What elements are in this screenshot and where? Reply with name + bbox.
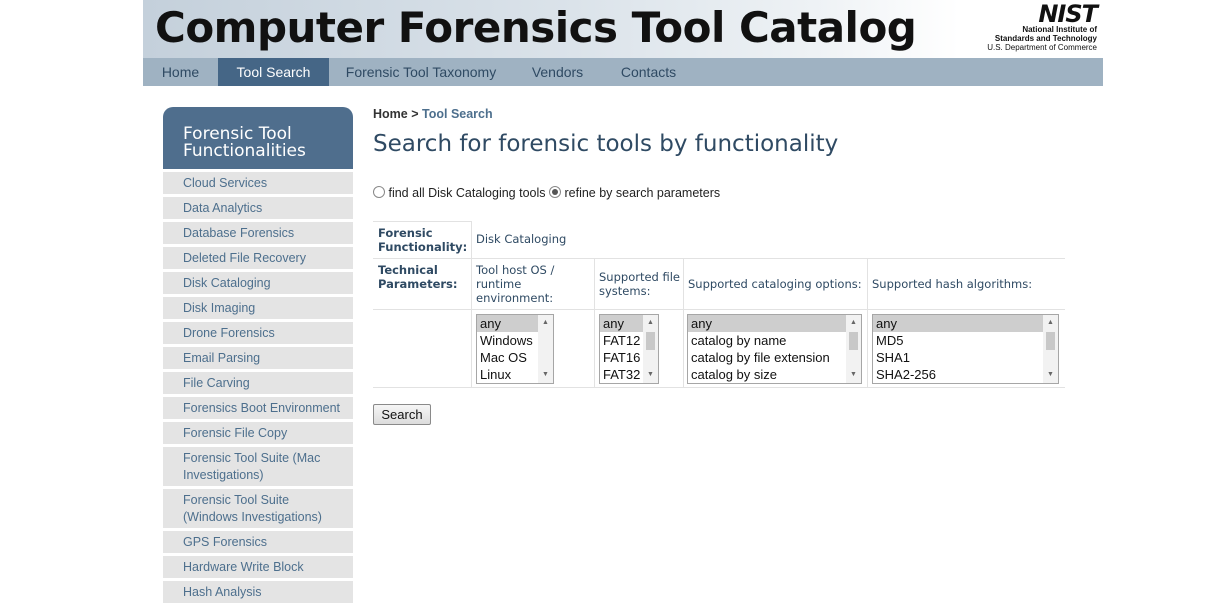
breadcrumb-home[interactable]: Home	[373, 107, 408, 121]
nav-home[interactable]: Home	[143, 58, 218, 86]
site-title: Computer Forensics Tool Catalog	[155, 3, 917, 52]
grid-line	[683, 258, 684, 388]
cataloging-option[interactable]: catalog by name	[688, 332, 861, 349]
file-systems-header: Supported file systems:	[599, 270, 681, 298]
find-all-radio[interactable]	[373, 186, 385, 198]
page-title: Search for forensic tools by functionali…	[373, 131, 839, 157]
sidebar: Forensic Tool Functionalities Cloud Serv…	[163, 107, 353, 603]
breadcrumb: Home > Tool Search	[373, 107, 493, 121]
parameters-label: Technical Parameters:	[378, 263, 458, 291]
sidebar-item-hash-analysis[interactable]: Hash Analysis	[163, 578, 353, 603]
nav-tool-search[interactable]: Tool Search	[218, 58, 329, 86]
cataloging-option[interactable]: catalog by size	[688, 366, 861, 383]
scroll-up-icon[interactable]: ▲	[643, 316, 658, 330]
sidebar-item-hardware-write-block[interactable]: Hardware Write Block	[163, 553, 353, 578]
scroll-down-icon[interactable]: ▼	[643, 368, 658, 382]
grid-line	[373, 258, 1065, 259]
hash-algorithms-header: Supported hash algorithms:	[872, 277, 1033, 291]
scrollbar[interactable]: ▲ ▼	[1043, 315, 1058, 383]
scrollbar[interactable]: ▲ ▼	[538, 315, 553, 383]
hash-option[interactable]: SHA1	[873, 349, 1058, 366]
sidebar-item-forensic-file-copy[interactable]: Forensic File Copy	[163, 419, 353, 444]
breadcrumb-separator: >	[411, 107, 419, 121]
cataloging-options-select[interactable]: any catalog by name catalog by file exte…	[687, 314, 862, 384]
sidebar-item-file-carving[interactable]: File Carving	[163, 369, 353, 394]
cataloging-option[interactable]: any	[688, 315, 861, 332]
nist-logo-text: NIST	[1038, 0, 1098, 28]
cataloging-options-header: Supported cataloging options:	[688, 277, 862, 291]
host-os-header: Tool host OS / runtime environment:	[476, 263, 555, 305]
nist-department: U.S. Department of Commerce	[987, 43, 1097, 52]
grid-line	[373, 221, 471, 222]
nist-logo[interactable]: NIST National Institute of Standards and…	[977, 0, 1098, 53]
nist-name-line2: Standards and Technology	[994, 34, 1097, 43]
hash-option[interactable]: SHA2-256	[873, 366, 1058, 383]
sidebar-item-tool-suite-windows[interactable]: Forensic Tool Suite (Windows Investigati…	[163, 486, 353, 528]
scrollbar-thumb[interactable]	[849, 332, 858, 350]
search-form: Forensic Functionality: Disk Cataloging …	[373, 221, 1065, 388]
grid-line	[373, 387, 1065, 388]
sidebar-item-disk-cataloging[interactable]: Disk Cataloging	[163, 269, 353, 294]
main-nav: Home Tool Search Forensic Tool Taxonomy …	[143, 58, 1103, 86]
sidebar-title-line2: Functionalities	[183, 141, 306, 161]
refine-radio[interactable]	[549, 186, 561, 198]
grid-line	[594, 258, 595, 388]
sidebar-item-data-analytics[interactable]: Data Analytics	[163, 194, 353, 219]
grid-line	[471, 221, 472, 388]
scrollbar-thumb[interactable]	[646, 332, 655, 350]
sidebar-title: Forensic Tool Functionalities	[163, 107, 353, 169]
sidebar-item-drone-forensics[interactable]: Drone Forensics	[163, 319, 353, 344]
scroll-down-icon[interactable]: ▼	[1043, 368, 1058, 382]
functionality-value: Disk Cataloging	[476, 232, 567, 246]
grid-line	[373, 309, 1065, 310]
nav-contacts[interactable]: Contacts	[602, 58, 695, 86]
scroll-up-icon[interactable]: ▲	[846, 316, 861, 330]
hash-algorithms-select[interactable]: any MD5 SHA1 SHA2-256 ▲ ▼	[872, 314, 1059, 384]
scroll-down-icon[interactable]: ▼	[846, 368, 861, 382]
scrollbar[interactable]: ▲ ▼	[643, 315, 658, 383]
sidebar-item-gps-forensics[interactable]: GPS Forensics	[163, 528, 353, 553]
nist-name-line1: National Institute of	[1022, 25, 1097, 34]
find-all-radio-label[interactable]: find all Disk Cataloging tools	[388, 186, 545, 200]
scrollbar[interactable]: ▲ ▼	[846, 315, 861, 383]
search-button[interactable]: Search	[373, 404, 431, 425]
hash-option[interactable]: any	[873, 315, 1058, 332]
cataloging-option[interactable]: catalog by file extension	[688, 349, 861, 366]
refine-radio-label[interactable]: refine by search parameters	[564, 186, 720, 200]
sidebar-item-email-parsing[interactable]: Email Parsing	[163, 344, 353, 369]
sidebar-item-forensics-boot-environment[interactable]: Forensics Boot Environment	[163, 394, 353, 419]
site-banner: Computer Forensics Tool Catalog NIST Nat…	[143, 0, 1103, 58]
sidebar-item-cloud-services[interactable]: Cloud Services	[163, 169, 353, 194]
nav-vendors[interactable]: Vendors	[513, 58, 602, 86]
scrollbar-thumb[interactable]	[1046, 332, 1055, 350]
sidebar-item-tool-suite-mac[interactable]: Forensic Tool Suite (Mac Investigations)	[163, 444, 353, 486]
scroll-up-icon[interactable]: ▲	[538, 316, 553, 330]
nav-forensic-tool-taxonomy[interactable]: Forensic Tool Taxonomy	[329, 58, 513, 86]
file-systems-select[interactable]: any FAT12 FAT16 FAT32 ▲ ▼	[599, 314, 659, 384]
hash-option[interactable]: MD5	[873, 332, 1058, 349]
sidebar-item-database-forensics[interactable]: Database Forensics	[163, 219, 353, 244]
scroll-up-icon[interactable]: ▲	[1043, 316, 1058, 330]
breadcrumb-current: Tool Search	[422, 107, 493, 121]
page: Computer Forensics Tool Catalog NIST Nat…	[143, 0, 1103, 611]
sidebar-item-disk-imaging[interactable]: Disk Imaging	[163, 294, 353, 319]
sidebar-item-deleted-file-recovery[interactable]: Deleted File Recovery	[163, 244, 353, 269]
search-mode: find all Disk Cataloging tools refine by…	[373, 186, 720, 200]
functionality-label: Forensic Functionality:	[378, 226, 468, 254]
scroll-down-icon[interactable]: ▼	[538, 368, 553, 382]
host-os-select[interactable]: any Windows Mac OS Linux ▲ ▼	[476, 314, 554, 384]
